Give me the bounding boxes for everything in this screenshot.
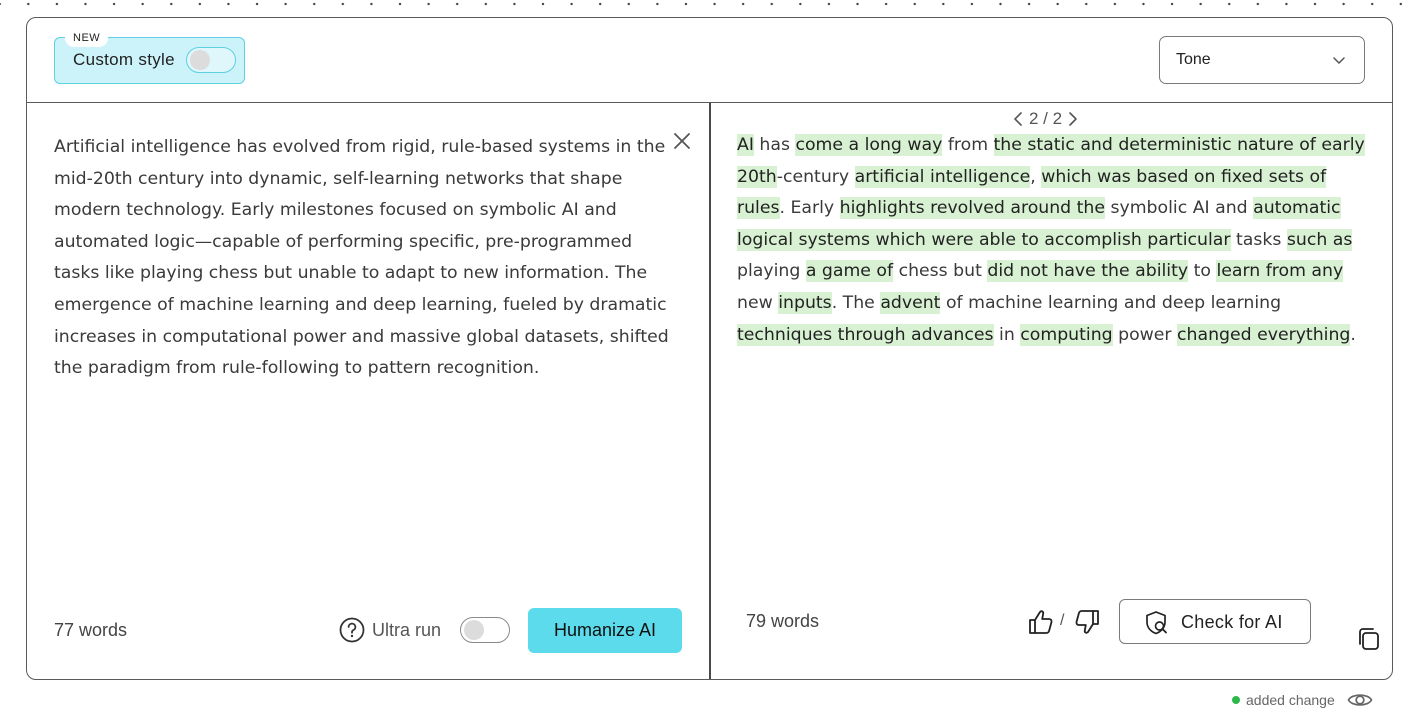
changed-phrase[interactable]: learn from any: [1216, 260, 1344, 283]
custom-style-toggle[interactable]: [186, 47, 236, 73]
unchanged-text: ,: [1030, 166, 1042, 187]
changed-phrase[interactable]: artificial intelligence: [854, 165, 1031, 188]
changed-phrase[interactable]: computing: [1020, 323, 1113, 346]
custom-style-label: Custom style: [73, 50, 175, 69]
changed-phrase[interactable]: advent: [880, 291, 941, 314]
changed-phrase[interactable]: techniques through advances: [737, 323, 994, 346]
close-icon[interactable]: [672, 131, 692, 151]
unchanged-text: playing: [737, 261, 806, 282]
output-pane: 2 / 2 AI has come a long way from the st…: [711, 104, 1392, 679]
unchanged-text: power: [1112, 324, 1178, 345]
changed-phrase[interactable]: highlights revolved around the: [839, 197, 1105, 220]
humanizer-card: NEW Custom style Tone Artificial intelli…: [26, 17, 1393, 680]
chevron-left-icon[interactable]: [1011, 110, 1025, 128]
unchanged-text: new: [737, 292, 779, 313]
input-text[interactable]: Artificial intelligence has evolved from…: [54, 132, 674, 385]
unchanged-text: in: [993, 324, 1021, 345]
ultra-run-toggle[interactable]: [460, 617, 510, 643]
unchanged-text: has: [753, 135, 796, 155]
custom-style-control[interactable]: NEW Custom style: [54, 29, 245, 84]
unchanged-text: . The: [831, 292, 881, 313]
tone-dropdown[interactable]: Tone: [1159, 36, 1365, 84]
chevron-right-icon[interactable]: [1066, 110, 1080, 128]
top-bar: NEW Custom style Tone: [27, 18, 1392, 103]
pager-label: 2 / 2: [1029, 109, 1063, 128]
check-for-ai-button[interactable]: Check for AI: [1119, 599, 1311, 644]
feedback-separator: /: [1060, 612, 1065, 629]
diff-legend: added change: [1232, 690, 1373, 710]
changed-phrase[interactable]: such as: [1286, 228, 1353, 251]
unchanged-text: symbolic AI and: [1105, 198, 1254, 219]
copy-icon[interactable]: [1356, 626, 1382, 652]
changed-phrase[interactable]: come a long way: [795, 134, 943, 156]
shield-search-icon: [1146, 611, 1167, 635]
unchanged-text: .: [1350, 324, 1356, 345]
eye-icon[interactable]: [1347, 690, 1373, 710]
output-text: AI has come a long way from the static a…: [737, 130, 1372, 351]
toggle-knob: [190, 50, 210, 70]
unchanged-text: of machine learning and deep learning: [940, 292, 1282, 313]
chevron-down-icon: [1333, 57, 1345, 64]
humanize-button[interactable]: Humanize AI: [528, 608, 682, 653]
changed-phrase[interactable]: did not have the ability: [987, 260, 1189, 283]
unchanged-text: -century: [776, 166, 855, 187]
output-word-count: 79 words: [746, 611, 820, 631]
thumbs-down-icon[interactable]: [1073, 608, 1101, 636]
unchanged-text: to: [1188, 261, 1217, 282]
added-change-dot: [1232, 696, 1240, 704]
new-badge: NEW: [65, 29, 109, 47]
unchanged-text: chess but: [893, 261, 988, 282]
help-icon[interactable]: [339, 617, 365, 643]
dotted-rule: [0, 0, 1410, 8]
ultra-run-label: Ultra run: [372, 620, 442, 640]
tone-label: Tone: [1176, 51, 1211, 68]
result-pager: 2 / 2: [1011, 107, 1080, 131]
unchanged-text: from: [942, 135, 994, 155]
input-word-count: 77 words: [54, 620, 128, 640]
changed-phrase[interactable]: changed everything: [1177, 323, 1351, 346]
added-change-label: added change: [1246, 692, 1335, 708]
changed-phrase[interactable]: inputs: [778, 291, 832, 314]
input-pane: Artificial intelligence has evolved from…: [27, 104, 709, 679]
thumbs-up-icon[interactable]: [1027, 608, 1055, 636]
toggle-knob: [464, 620, 484, 640]
unchanged-text: tasks: [1230, 229, 1287, 250]
changed-phrase[interactable]: AI: [737, 134, 754, 156]
check-for-ai-label: Check for AI: [1181, 612, 1283, 632]
changed-phrase[interactable]: a game of: [805, 260, 894, 283]
unchanged-text: . Early: [779, 198, 840, 219]
